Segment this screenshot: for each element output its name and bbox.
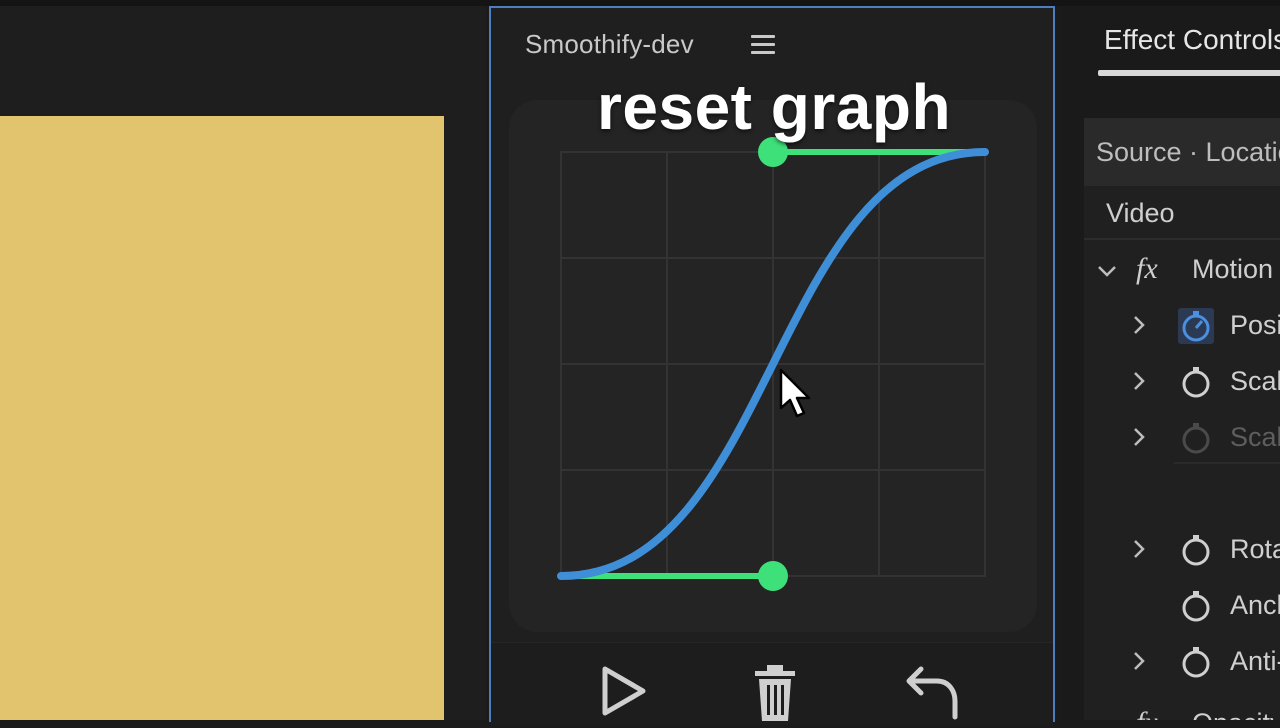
video-frame-preview[interactable] xyxy=(0,116,444,720)
property-label: Anchor Point xyxy=(1230,590,1280,620)
property-label: Position xyxy=(1230,310,1280,340)
property-label: Anti-flicker Filter xyxy=(1230,646,1280,676)
play-icon xyxy=(602,666,646,716)
divider xyxy=(1174,462,1280,464)
stopwatch-icon-active[interactable] xyxy=(1178,308,1214,344)
stopwatch-icon[interactable] xyxy=(1178,588,1214,624)
property-row-anti-flicker[interactable]: Anti-flicker Filter xyxy=(1084,638,1280,688)
graph-toolbar xyxy=(491,642,1053,725)
video-section-label: Video xyxy=(1106,198,1175,228)
easing-graph[interactable] xyxy=(509,100,1037,632)
hamburger-menu-icon[interactable] xyxy=(751,35,775,55)
property-label: Scale xyxy=(1230,366,1280,396)
play-button[interactable] xyxy=(591,659,655,723)
chevron-right-icon[interactable] xyxy=(1130,426,1148,448)
panel-title: Smoothify-dev xyxy=(525,29,694,59)
undo-arrow-icon xyxy=(906,666,958,720)
stopwatch-icon[interactable] xyxy=(1178,532,1214,568)
chevron-right-icon[interactable] xyxy=(1130,538,1148,560)
opacity-effect-row[interactable]: fx Opacity xyxy=(1084,700,1280,720)
property-row-position[interactable]: Position xyxy=(1084,302,1280,352)
motion-label: Motion xyxy=(1192,254,1274,284)
bezier-handle-start[interactable] xyxy=(758,561,788,591)
fx-badge[interactable]: fx xyxy=(1136,706,1158,720)
chevron-right-icon[interactable] xyxy=(1130,314,1148,336)
smoothify-panel: Smoothify-dev reset graph xyxy=(489,6,1055,725)
active-tab-indicator xyxy=(1098,70,1280,76)
chevron-down-icon[interactable] xyxy=(1096,260,1118,282)
delete-button[interactable] xyxy=(743,659,807,723)
source-clip-selector[interactable]: Source · Location xyxy=(1084,118,1280,186)
opacity-label: Opacity xyxy=(1192,708,1280,720)
property-row-scale[interactable]: Scale xyxy=(1084,358,1280,408)
reset-graph-button[interactable] xyxy=(899,659,963,723)
property-row-rotation[interactable]: Rotation xyxy=(1084,526,1280,576)
stopwatch-icon-disabled xyxy=(1182,423,1210,454)
property-label: Rotation xyxy=(1230,534,1280,564)
easing-graph-card xyxy=(509,100,1037,632)
divider xyxy=(1084,238,1280,240)
tab-effect-controls[interactable]: Effect Controls xyxy=(1104,24,1280,56)
mouse-cursor-icon xyxy=(779,368,811,418)
stopwatch-icon[interactable] xyxy=(1178,644,1214,680)
effect-controls-panel: Effect Controls Source · Location Video … xyxy=(1062,6,1280,720)
property-label: Scale Width xyxy=(1230,422,1280,452)
property-row-anchor-point[interactable]: Anchor Point xyxy=(1084,582,1280,632)
effect-controls-body: Source · Location Video fx Motion Positi… xyxy=(1084,118,1280,720)
fx-badge[interactable]: fx xyxy=(1136,252,1158,286)
chevron-right-icon[interactable] xyxy=(1130,370,1148,392)
property-row-scale-width: Scale Width xyxy=(1084,414,1280,464)
stopwatch-icon[interactable] xyxy=(1178,364,1214,400)
motion-effect-row[interactable]: fx Motion xyxy=(1084,246,1280,296)
chevron-right-icon[interactable] xyxy=(1130,650,1148,672)
overlay-caption: reset graph xyxy=(596,71,952,143)
chevron-down-icon[interactable] xyxy=(1096,714,1118,720)
trash-icon xyxy=(755,665,795,721)
